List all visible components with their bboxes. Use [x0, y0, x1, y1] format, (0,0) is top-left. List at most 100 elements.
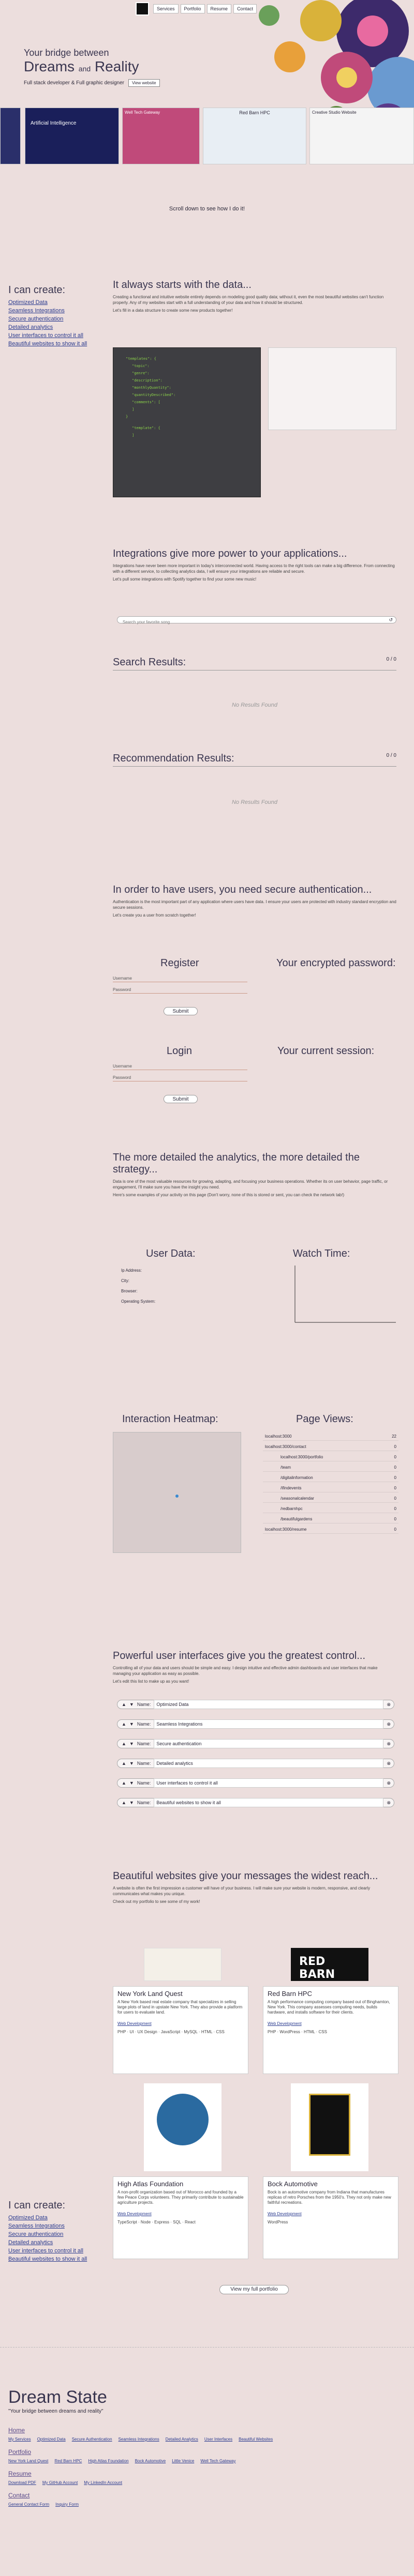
footer-link[interactable]: My Services	[8, 2437, 31, 2442]
row-name[interactable]: Optimized Data	[154, 1700, 383, 1709]
footer-resume[interactable]: Resume	[8, 2470, 407, 2477]
ui-list-row[interactable]: ▲ ▼ Name: User interfaces to control it all…	[117, 1778, 394, 1788]
move-down-icon[interactable]: ▼	[129, 1700, 134, 1709]
footer-link[interactable]: Beautiful Websites	[239, 2437, 273, 2442]
logo-redbarn: RED BARN	[291, 1948, 368, 1981]
side-item-analytics[interactable]: Detailed analytics	[8, 324, 87, 330]
register-submit[interactable]: Submit	[164, 1007, 198, 1015]
footer-link[interactable]: Red Barn HPC	[54, 2459, 82, 2463]
row-name[interactable]: Seamless Integrations	[154, 1719, 383, 1729]
footer-link[interactable]: Secure Authentication	[72, 2437, 112, 2442]
row-name[interactable]: Secure authentication	[154, 1739, 383, 1748]
delete-icon[interactable]: ⊗	[387, 1720, 391, 1728]
side-item-integrations[interactable]: Seamless Integrations	[8, 308, 87, 314]
footer-link[interactable]: User Interfaces	[204, 2437, 232, 2442]
login-username[interactable]: Username	[113, 1064, 247, 1070]
delete-icon[interactable]: ⊗	[387, 1740, 391, 1748]
hero-subtitle: Full stack developer & Full graphic desi…	[24, 80, 124, 86]
delete-icon[interactable]: ⊗	[387, 1759, 391, 1767]
carousel-card-4[interactable]: Red Barn HPC	[203, 108, 306, 164]
footer-link[interactable]: Well Tech Gateway	[200, 2459, 235, 2463]
carousel-card-3[interactable]: Well Tech Gateway	[122, 108, 200, 164]
footer-link[interactable]: Seamless Integrations	[119, 2437, 159, 2442]
side-item-websites[interactable]: Beautiful websites to show it all	[8, 341, 87, 347]
register-password[interactable]: Password	[113, 987, 247, 994]
footer-link[interactable]: My GitHub Account	[42, 2480, 78, 2485]
project-card-redbarn[interactable]: Red Barn HPC A high performance computin…	[263, 1986, 398, 2074]
code-editor[interactable]: "templates": { "topic": "genre": "descri…	[113, 347, 261, 497]
footer-link[interactable]: High Atlas Foundation	[88, 2459, 128, 2463]
ui-list-row[interactable]: ▲ ▼ Name: Detailed analytics ⊗	[117, 1759, 394, 1768]
login-password[interactable]: Password	[113, 1075, 247, 1081]
project-card-bock[interactable]: Bock Automotive Bock is an automotive co…	[263, 2176, 398, 2259]
delete-icon[interactable]: ⊗	[387, 1700, 391, 1709]
project-card-nylq[interactable]: New York Land Quest A New York based rea…	[113, 1986, 248, 2074]
ui-list-row[interactable]: ▲ ▼ Name: Optimized Data ⊗	[117, 1700, 394, 1709]
move-up-icon[interactable]: ▲	[122, 1720, 126, 1728]
delete-icon[interactable]: ⊗	[387, 1798, 391, 1807]
project-tech: PHP · WordPress · HTML · CSS	[268, 2030, 327, 2034]
row-name[interactable]: User interfaces to control it all	[154, 1778, 383, 1788]
side-item-integrations[interactable]: Seamless Integrations	[8, 2223, 87, 2229]
side-item-websites[interactable]: Beautiful websites to show it all	[8, 2256, 87, 2262]
carousel-card-5[interactable]: Creative Studio Website	[309, 108, 414, 164]
ui-list-row[interactable]: ▲ ▼ Name: Secure authentication ⊗	[117, 1739, 394, 1748]
move-down-icon[interactable]: ▼	[129, 1779, 134, 1787]
move-up-icon[interactable]: ▲	[122, 1759, 126, 1767]
delete-icon[interactable]: ⊗	[387, 1779, 391, 1787]
full-portfolio-button[interactable]: View my full portfolio	[219, 2285, 289, 2294]
ui-list-row[interactable]: ▲ ▼ Name: Seamless Integrations ⊗	[117, 1719, 394, 1729]
side-item-ui[interactable]: User interfaces to control it all	[8, 2248, 87, 2254]
footer-link[interactable]: Inquiry Form	[55, 2502, 79, 2507]
move-up-icon[interactable]: ▲	[122, 1700, 126, 1709]
footer-home[interactable]: Home	[8, 2427, 407, 2434]
watch-time-title: Watch Time:	[293, 1248, 350, 1259]
login-submit[interactable]: Submit	[164, 1095, 198, 1103]
project-link[interactable]: Web Development	[268, 2212, 302, 2216]
move-up-icon[interactable]: ▲	[122, 1740, 126, 1748]
footer-portfolio[interactable]: Portfolio	[8, 2448, 407, 2456]
row-name[interactable]: Beautiful websites to show it all	[154, 1798, 383, 1807]
move-up-icon[interactable]: ▲	[122, 1798, 126, 1807]
move-down-icon[interactable]: ▼	[129, 1798, 134, 1807]
side-item-data[interactable]: Optimized Data	[8, 2215, 87, 2221]
footer-contact[interactable]: Contact	[8, 2492, 407, 2499]
footer-link[interactable]: New York Land Quest	[8, 2459, 48, 2463]
footer-link[interactable]: General Contact Form	[8, 2502, 49, 2507]
hero-title-and: and	[78, 65, 91, 73]
side-item-data[interactable]: Optimized Data	[8, 299, 87, 306]
song-search-input[interactable]: Search your favorite song ↺	[117, 616, 396, 624]
heatmap-canvas[interactable]	[113, 1432, 241, 1553]
footer-link[interactable]: My LinkedIn Account	[84, 2480, 122, 2485]
move-down-icon[interactable]: ▼	[129, 1759, 134, 1767]
hero-button[interactable]: View website	[128, 79, 160, 87]
integrations-cta: Let's pull some integrations with Spotif…	[113, 577, 257, 582]
footer-link[interactable]: Download PDF	[8, 2480, 36, 2485]
footer-link[interactable]: Little Venice	[172, 2459, 194, 2463]
row-name[interactable]: Detailed analytics	[154, 1759, 383, 1768]
side-item-auth[interactable]: Secure authentication	[8, 2231, 87, 2237]
nav-portfolio[interactable]: Portfolio	[180, 4, 205, 13]
carousel-card-1[interactable]	[0, 108, 21, 164]
move-down-icon[interactable]: ▼	[129, 1720, 134, 1728]
project-link[interactable]: Web Development	[268, 2021, 302, 2026]
project-link[interactable]: Web Development	[117, 2212, 152, 2216]
footer-link[interactable]: Detailed Analytics	[166, 2437, 198, 2442]
carousel-card-2[interactable]: Artificial Intelligence	[25, 108, 119, 164]
side-item-analytics[interactable]: Detailed analytics	[8, 2239, 87, 2246]
move-up-icon[interactable]: ▲	[122, 1779, 126, 1787]
register-username[interactable]: Username	[113, 976, 247, 982]
project-card-hatlas[interactable]: High Atlas Foundation A non-profit organ…	[113, 2176, 248, 2259]
nav-services[interactable]: Services	[153, 4, 179, 13]
footer-link[interactable]: Optimized Data	[37, 2437, 66, 2442]
footer-link[interactable]: Bock Automotive	[135, 2459, 166, 2463]
page-view-path: /ifindevents	[280, 1485, 302, 1490]
ui-list-row[interactable]: ▲ ▼ Name: Beautiful websites to show it all…	[117, 1798, 394, 1807]
search-icon[interactable]: ↺	[389, 617, 393, 623]
logo-bock	[291, 2083, 368, 2171]
move-down-icon[interactable]: ▼	[129, 1740, 134, 1748]
side-item-ui[interactable]: User interfaces to control it all	[8, 332, 87, 339]
project-link[interactable]: Web Development	[117, 2021, 152, 2026]
logo[interactable]	[136, 2, 149, 16]
side-item-auth[interactable]: Secure authentication	[8, 316, 87, 322]
